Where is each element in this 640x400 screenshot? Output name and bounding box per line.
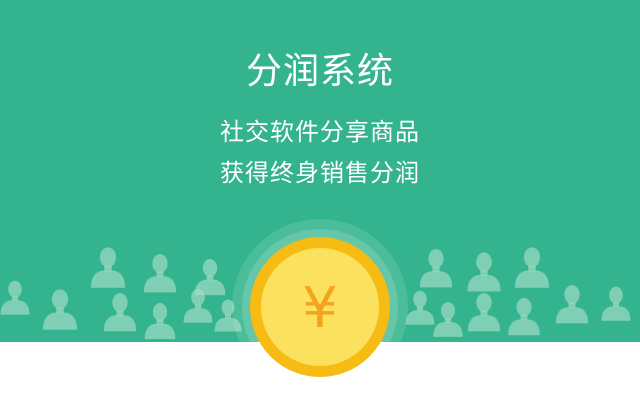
yen-symbol: ¥: [302, 276, 338, 341]
